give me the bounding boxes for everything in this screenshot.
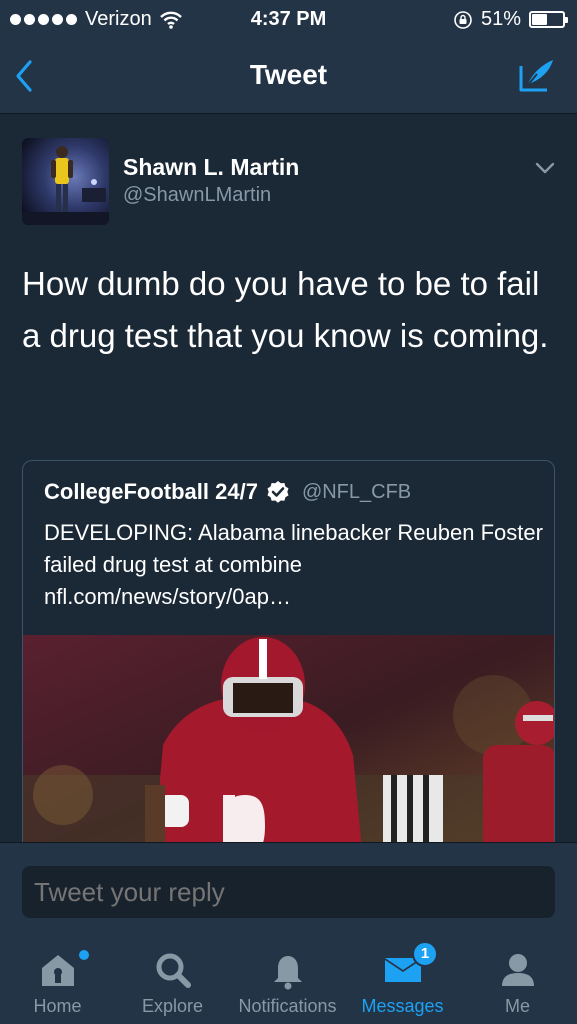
- chevron-down-icon: [535, 162, 555, 174]
- quote-image-football-player[interactable]: [23, 635, 554, 859]
- author-handle[interactable]: @ShawnLMartin: [123, 184, 271, 207]
- tab-explore-label: Explore: [141, 996, 204, 1016]
- quoted-tweet-card[interactable]: CollegeFootball 24/7 @NFL_CFB DEVELOPING…: [22, 460, 555, 860]
- verified-badge-icon: [267, 481, 289, 503]
- tab-home-label: Home: [33, 996, 82, 1016]
- orientation-lock-icon: [454, 10, 472, 29]
- search-icon: [156, 953, 191, 988]
- home-notification-dot: [79, 950, 89, 960]
- tweet-text: How dumb do you have to be to fail a dru…: [22, 265, 549, 354]
- avatar[interactable]: [22, 138, 109, 225]
- tab-bar: Home Explore Notifications 1 Messages Me: [0, 934, 577, 1024]
- nav-bar: Tweet: [0, 38, 577, 114]
- messages-badge: 1: [412, 941, 438, 967]
- tab-me[interactable]: Me: [460, 934, 575, 1024]
- quote-author-name: CollegeFootball 24/7: [44, 479, 258, 504]
- tab-explore[interactable]: Explore: [115, 934, 230, 1024]
- quote-text: DEVELOPING: Alabama linebacker Reuben Fo…: [44, 520, 543, 609]
- reply-input[interactable]: [22, 866, 555, 918]
- battery-icon: [529, 11, 568, 28]
- tab-notifications[interactable]: Notifications: [230, 934, 345, 1024]
- page-title: Tweet: [249, 59, 328, 90]
- tab-me-label: Me: [504, 996, 530, 1016]
- reply-bar: [0, 842, 577, 934]
- compose-button[interactable]: [517, 56, 559, 96]
- more-options-button[interactable]: [533, 158, 557, 178]
- bell-icon: [273, 956, 302, 990]
- tab-notifications-label: Notifications: [238, 996, 337, 1016]
- compose-quill-icon: [519, 60, 553, 92]
- quote-header: CollegeFootball 24/7 @NFL_CFB: [44, 479, 411, 505]
- tab-home[interactable]: Home: [0, 934, 115, 1024]
- battery-percent: 51%: [480, 8, 521, 30]
- home-icon: [41, 955, 74, 986]
- status-bar: Verizon 4:37 PM 51%: [0, 0, 577, 38]
- quote-author-handle: @NFL_CFB: [301, 480, 412, 503]
- tab-messages[interactable]: 1 Messages: [345, 934, 460, 1024]
- status-right: 51%: [453, 8, 568, 31]
- author-name[interactable]: Shawn L. Martin: [123, 154, 299, 181]
- tweet-header: Shawn L. Martin @ShawnLMartin: [22, 138, 557, 228]
- tab-messages-label: Messages: [361, 996, 444, 1016]
- person-icon: [501, 954, 534, 986]
